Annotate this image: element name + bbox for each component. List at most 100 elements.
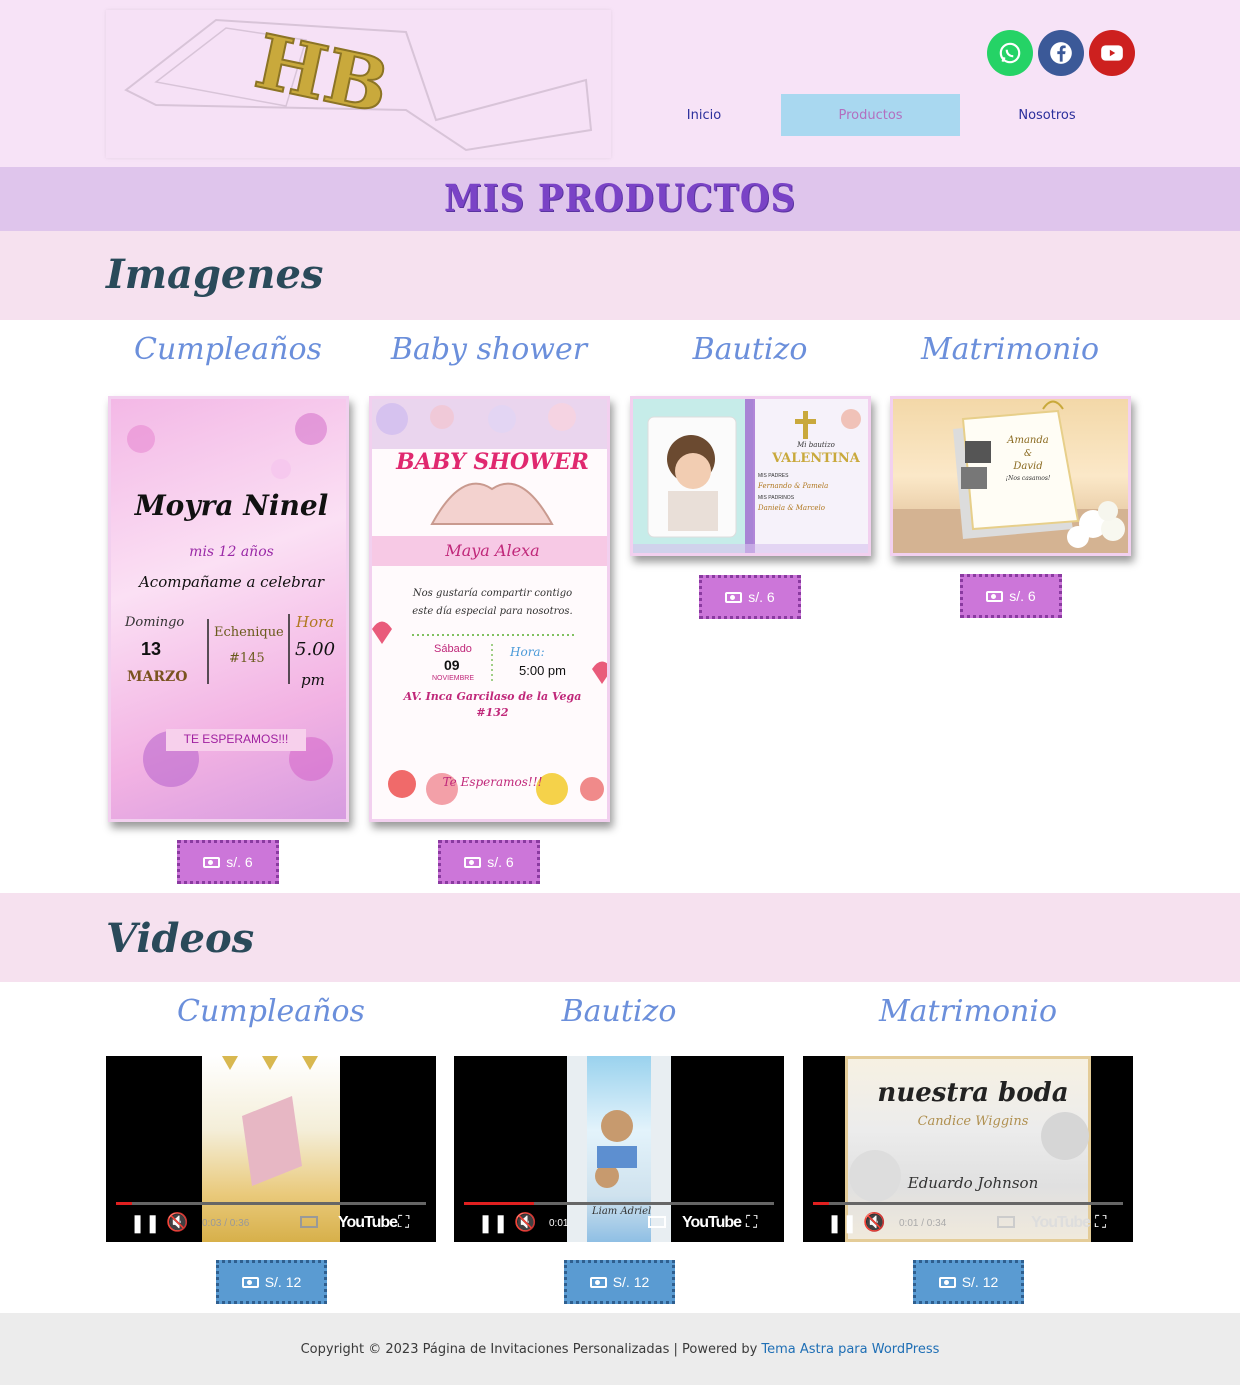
theme-link[interactable]: Tema Astra para WordPress (761, 1342, 939, 1357)
card-place: Echenique (214, 625, 284, 640)
video-progress-bar[interactable] (813, 1202, 1123, 1205)
price-button-matrimonio[interactable]: s/. 6 (960, 574, 1062, 618)
page-title-band: MIS PRODUCTOS (0, 167, 1240, 231)
price-label: S/. 12 (264, 1274, 302, 1290)
invitation-image-baby-shower[interactable]: BABY SHOWER Maya Alexa Nos gustaría comp… (369, 396, 610, 822)
price-label: s/. 6 (226, 854, 253, 870)
video-player-bautizo[interactable]: Liam Adriel ❚❚ 🔇 0:01 YouTube ⛶ (454, 1056, 784, 1242)
card-hour: 5:00 pm (519, 663, 566, 678)
images-section-header: Imagenes (0, 231, 1240, 320)
video-time: 0:03 / 0:36 (202, 1218, 250, 1229)
mute-icon[interactable]: 🔇 (166, 1212, 188, 1233)
images-section-title: Imagenes (106, 251, 324, 298)
site-logo[interactable]: HB (106, 10, 611, 158)
facebook-icon[interactable] (1038, 30, 1084, 76)
price-label: s/. 6 (1009, 588, 1036, 604)
price-label: S/. 12 (612, 1274, 650, 1290)
video-player-cumpleanos[interactable]: ❚❚ 🔇 0:03 / 0:36 YouTube ⛶ (106, 1056, 436, 1242)
price-label: s/. 6 (487, 854, 514, 870)
money-icon (986, 590, 1004, 602)
card-godparents-label: MIS PADRINOS (758, 495, 795, 501)
page-title: MIS PRODUCTOS (443, 177, 797, 221)
copyright-text: Copyright © 2023 Página de Invitaciones … (300, 1341, 758, 1357)
pause-icon[interactable]: ❚❚ (478, 1213, 508, 1234)
whatsapp-icon[interactable] (987, 30, 1033, 76)
nav-productos[interactable]: Productos (781, 94, 960, 136)
card-month: NOVIEMBRE (432, 675, 475, 682)
svg-text:HB: HB (248, 19, 395, 131)
card-footer: Te Esperamos!!! (442, 775, 543, 789)
card-hour: 5.00 (295, 639, 336, 660)
card-parents: Fernando & Pamela (758, 482, 829, 490)
price-button-bautizo[interactable]: s/. 6 (699, 575, 801, 619)
captions-icon[interactable] (648, 1216, 666, 1228)
price-button-baby-shower[interactable]: s/. 6 (438, 840, 540, 884)
card-line: ¡Nos casamos! (1005, 475, 1051, 482)
video-overlay-title: nuestra boda (877, 1078, 1069, 1108)
site-footer: Copyright © 2023 Página de Invitaciones … (0, 1313, 1240, 1385)
card-day-label: Sábado (434, 643, 472, 655)
price-button-cumpleanos[interactable]: s/. 6 (177, 840, 279, 884)
card-age: mis 12 años (189, 544, 274, 560)
youtube-icon[interactable] (1089, 30, 1135, 76)
video-price-button-matrimonio[interactable]: S/. 12 (913, 1260, 1024, 1304)
video-title-cumpleanos: Cumpleaños (177, 994, 365, 1029)
card-line1: Mi bautizo (797, 441, 835, 449)
price-label: s/. 6 (748, 589, 775, 605)
card-hour-label: Hora (296, 613, 335, 631)
video-price-button-cumpleanos[interactable]: S/. 12 (216, 1260, 327, 1304)
money-icon (203, 856, 221, 868)
card-name: VALENTINA (772, 451, 860, 466)
video-thumbnail (202, 1056, 340, 1242)
card-day-label: Domingo (125, 615, 185, 630)
site-header: HB Inicio Productos Nosotros (0, 0, 1240, 167)
category-title-baby-shower: Baby shower (390, 332, 588, 367)
pause-icon[interactable]: ❚❚ (130, 1213, 160, 1234)
invitation-image-cumpleanos[interactable]: Moyra Ninel mis 12 años Acompañame a cel… (108, 396, 349, 822)
money-icon (464, 856, 482, 868)
youtube-logo[interactable]: YouTube (1031, 1214, 1091, 1232)
video-player-matrimonio[interactable]: nuestra boda Candice Wiggins Eduardo Joh… (803, 1056, 1133, 1242)
nav-inicio[interactable]: Inicio (628, 94, 780, 136)
video-progress-bar[interactable] (464, 1202, 774, 1205)
card-footer: TE ESPERAMOS!!! (183, 732, 289, 746)
card-invite: Acompañame a celebrar (138, 573, 325, 591)
card-pm: pm (301, 671, 325, 689)
mute-icon[interactable]: 🔇 (863, 1212, 885, 1233)
video-title-matrimonio: Matrimonio (878, 994, 1058, 1029)
video-progress-bar[interactable] (116, 1202, 426, 1205)
price-label: S/. 12 (961, 1274, 999, 1290)
captions-icon[interactable] (300, 1216, 318, 1228)
money-icon (241, 1276, 259, 1288)
invitation-image-matrimonio[interactable]: Amanda & David ¡Nos casamos! (890, 396, 1131, 556)
card-groom: David (1013, 461, 1043, 472)
videos-section-title: Videos (106, 915, 255, 962)
youtube-logo[interactable]: YouTube (682, 1214, 742, 1232)
video-title-bautizo: Bautizo (561, 994, 677, 1029)
video-price-button-bautizo[interactable]: S/. 12 (564, 1260, 675, 1304)
card-name: Moyra Ninel (134, 489, 329, 522)
card-name: Maya Alexa (445, 541, 540, 560)
card-day: 13 (141, 639, 162, 659)
captions-icon[interactable] (997, 1216, 1015, 1228)
pause-icon[interactable]: ❚❚ (827, 1213, 857, 1234)
card-godparents: Daniela & Marcelo (758, 504, 825, 512)
category-title-cumpleanos: Cumpleaños (134, 332, 322, 367)
video-time: 0:01 (549, 1218, 569, 1229)
youtube-logo[interactable]: YouTube (338, 1214, 398, 1232)
fullscreen-icon[interactable]: ⛶ (1095, 1214, 1106, 1232)
card-day: 09 (444, 657, 460, 673)
card-text: Nos gustaría compartir contigo este día … (412, 588, 573, 617)
fullscreen-icon[interactable]: ⛶ (398, 1214, 409, 1232)
nav-nosotros[interactable]: Nosotros (962, 94, 1132, 136)
money-icon (938, 1276, 956, 1288)
fullscreen-icon[interactable]: ⛶ (746, 1214, 757, 1232)
video-overlay-name2: Eduardo Johnson (907, 1174, 1039, 1192)
card-address: AV. Inca Garcilaso de la Vega #132 (403, 690, 582, 719)
card-hour-label: Hora: (510, 645, 545, 659)
mute-icon[interactable]: 🔇 (514, 1212, 536, 1233)
card-heading: BABY SHOWER (396, 449, 589, 475)
video-overlay-name1: Candice Wiggins (917, 1114, 1029, 1129)
invitation-image-bautizo[interactable]: Mi bautizo VALENTINA MIS PADRES Fernando… (630, 396, 871, 556)
video-time: 0:01 / 0:34 (899, 1218, 947, 1229)
